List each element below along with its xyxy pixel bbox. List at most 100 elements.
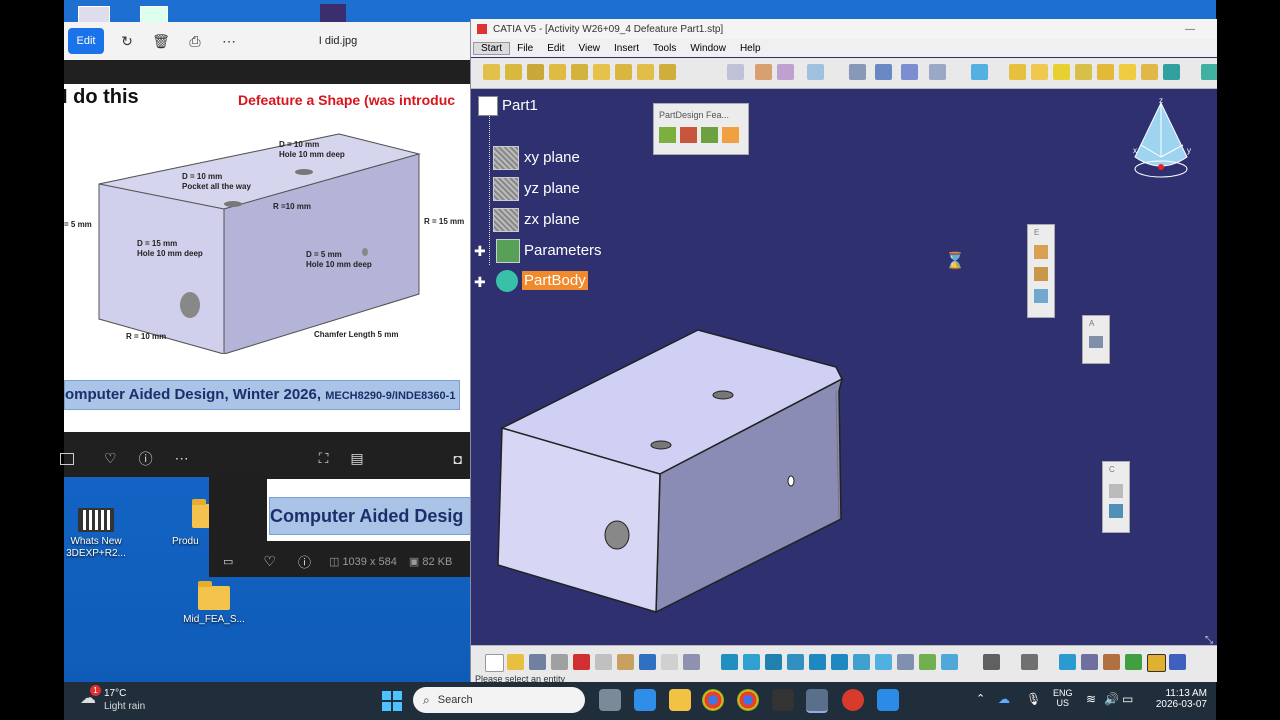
axis-icon[interactable] (875, 64, 892, 80)
new-file-icon[interactable] (485, 654, 504, 672)
tool-icon[interactable] (1109, 504, 1123, 518)
paste-icon[interactable] (617, 654, 634, 670)
compass-icon[interactable]: z x y (1131, 95, 1195, 183)
filmstrip-icon[interactable] (60, 452, 74, 465)
menu-file[interactable]: File (510, 43, 540, 54)
tree-item-parameters[interactable]: Parameters (524, 242, 602, 259)
tree-item-xy-plane[interactable]: xy plane (524, 149, 580, 166)
pad-icon[interactable] (483, 64, 500, 80)
iso-view-icon[interactable] (875, 654, 892, 670)
print-icon[interactable]: ⎙ (178, 26, 212, 56)
start-button[interactable] (382, 691, 402, 711)
weather-widget[interactable]: ☁ 1 (80, 685, 101, 707)
edit-button[interactable]: Edit (68, 28, 104, 54)
delete-icon[interactable]: 🗑 (144, 26, 178, 56)
shading-icon[interactable] (897, 654, 914, 670)
terminal-icon[interactable] (772, 689, 794, 711)
measure-icon[interactable] (1021, 654, 1038, 670)
apply-material-icon[interactable] (1059, 654, 1076, 670)
capture-icon[interactable] (983, 654, 1000, 670)
point-icon[interactable] (1119, 64, 1136, 80)
tree-item-partbody[interactable]: PartBody (522, 271, 588, 290)
tool-icon[interactable] (1089, 336, 1103, 348)
battery-icon[interactable]: ▭ (1122, 692, 1133, 706)
chrome-icon[interactable] (702, 689, 724, 711)
texture-icon[interactable] (1103, 654, 1120, 670)
mini-toolbar-a[interactable]: A (1082, 315, 1110, 364)
chrome-icon[interactable] (737, 689, 759, 711)
catalog-icon[interactable] (1125, 654, 1142, 670)
desktop-icon-top[interactable] (320, 4, 346, 22)
measure-icon[interactable] (849, 64, 866, 80)
weather-temp[interactable]: 17°C (104, 688, 126, 699)
wifi-icon[interactable]: ≋ (1086, 692, 1096, 706)
boolean-icon[interactable] (755, 64, 772, 80)
favorite-icon[interactable]: ♡ (263, 553, 276, 570)
menu-insert[interactable]: Insert (607, 43, 646, 54)
microphone-icon[interactable]: 🎙 (1026, 692, 1041, 706)
paint-icon[interactable] (877, 689, 899, 711)
knowledge-icon[interactable] (1147, 654, 1166, 672)
more-icon[interactable]: ⋯ (175, 450, 189, 467)
feature-icon[interactable] (680, 127, 697, 143)
feature-icon[interactable] (701, 127, 718, 143)
copilot-icon[interactable] (634, 689, 656, 711)
info-icon[interactable]: ⓘ (298, 552, 311, 571)
print-icon[interactable] (551, 654, 568, 670)
cylinder-icon[interactable] (1053, 64, 1070, 80)
copy-icon[interactable] (595, 654, 612, 670)
favorite-icon[interactable]: ♡ (104, 450, 117, 467)
minimize-icon[interactable]: — (1185, 24, 1195, 35)
menu-edit[interactable]: Edit (540, 43, 571, 54)
partdesign-floating-toolbar[interactable]: PartDesign Fea... (653, 103, 749, 155)
shaft-icon[interactable] (527, 64, 544, 80)
menu-tools[interactable]: Tools (646, 43, 683, 54)
tree-item-zx-plane[interactable]: zx plane (524, 211, 580, 228)
fit-icon[interactable]: ⛶ (319, 450, 329, 467)
info-icon[interactable]: ⓘ (139, 449, 153, 469)
split-icon[interactable] (1163, 64, 1180, 80)
filmstrip-icon[interactable]: ▭ (223, 555, 233, 568)
desktop-icon-mid-fea[interactable]: Mid_FEA_S... (182, 581, 246, 626)
tree-item-yz-plane[interactable]: yz plane (524, 180, 580, 197)
expand-plus-icon[interactable]: ✚ (474, 243, 486, 260)
zoom-out-icon[interactable] (831, 654, 848, 670)
swap-visible-icon[interactable] (941, 654, 958, 670)
rotate-icon[interactable]: ↻ (110, 26, 144, 56)
thick-icon[interactable] (1201, 64, 1217, 80)
plane-icon[interactable] (1141, 64, 1158, 80)
onedrive-icon[interactable]: ☁ (998, 692, 1010, 706)
pad-solid-icon[interactable] (1009, 64, 1026, 80)
feature-icon[interactable] (1034, 289, 1048, 303)
menu-start[interactable]: Start (473, 41, 511, 55)
fit-all-icon[interactable] (743, 654, 760, 670)
undo-icon[interactable] (639, 654, 656, 670)
hide-show-icon[interactable] (919, 654, 936, 670)
multi-section-icon[interactable] (1097, 64, 1114, 80)
open-folder-icon[interactable] (507, 654, 524, 670)
menu-window[interactable]: Window (683, 43, 733, 54)
language-indicator[interactable]: ENG US (1053, 688, 1073, 708)
volume-icon[interactable]: 🔊 (1104, 692, 1119, 706)
material-icon[interactable] (971, 64, 988, 80)
desktop-icon-produ[interactable]: Produ (172, 499, 224, 548)
box-icon[interactable] (1031, 64, 1048, 80)
desktop-icon-whats-new[interactable]: Whats New 3DEXP+R2... (64, 508, 128, 560)
fly-icon[interactable] (721, 654, 738, 670)
fillet-icon[interactable] (593, 64, 610, 80)
grid-icon[interactable] (901, 64, 918, 80)
pan-icon[interactable] (765, 654, 782, 670)
shell-icon[interactable] (659, 64, 676, 80)
redo-icon[interactable] (661, 654, 678, 670)
transform-icon[interactable] (727, 64, 744, 80)
rotate-view-icon[interactable] (787, 654, 804, 670)
feature-icon[interactable] (1034, 267, 1048, 281)
sweep-icon[interactable] (1075, 64, 1092, 80)
task-view-icon[interactable] (599, 689, 621, 711)
tree-root-part1[interactable]: Part1 (502, 97, 538, 114)
rib-icon[interactable] (571, 64, 588, 80)
pdf-icon[interactable] (842, 689, 864, 711)
assemble-icon[interactable] (777, 64, 794, 80)
clock[interactable]: 11:13 AM 2026-03-07 (1149, 688, 1207, 710)
3d-viewport[interactable]: Part1 xy plane yz plane zx plane ✚ Param… (471, 89, 1217, 646)
